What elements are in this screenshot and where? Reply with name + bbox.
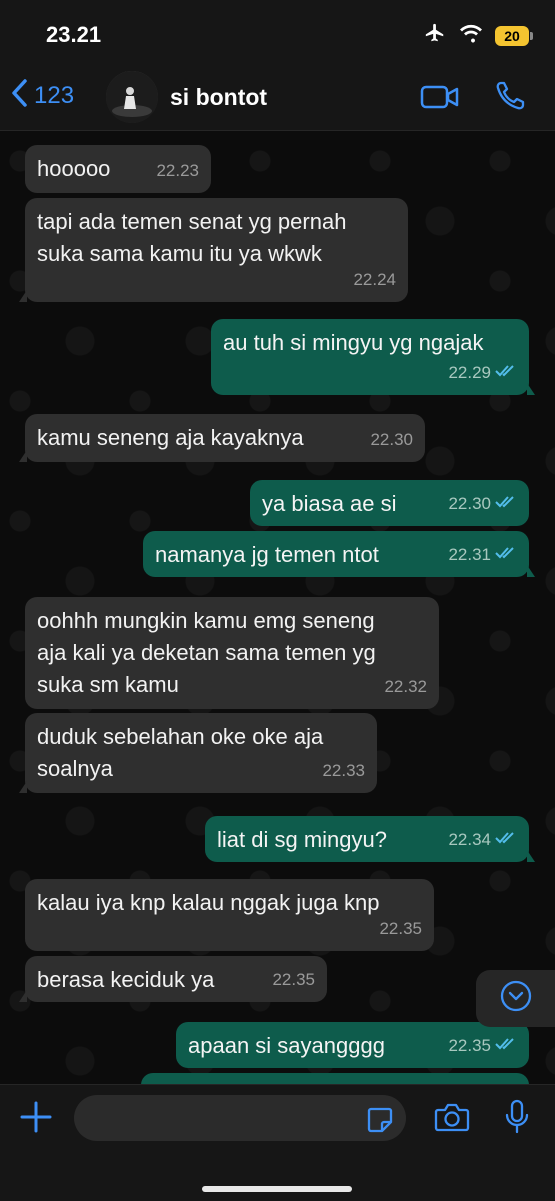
status-icons: 20 [423,22,533,49]
message-text: hooooo [37,156,111,181]
video-call-icon[interactable] [420,84,460,115]
wifi-icon [459,23,483,48]
message-text: apaan si sayangggg [188,1033,385,1058]
message-time: 22.34 [448,830,491,849]
message-text: kalau iya knp kalau nggak juga knp [37,890,380,915]
camera-icon[interactable] [434,1101,470,1138]
message-bubble[interactable]: ya biasa ae si 22.30 [250,480,529,526]
message-meta: 22.30 [370,424,413,456]
message-meta: 22.29 [448,357,517,389]
scroll-to-bottom-button[interactable] [476,970,555,1027]
message-bubble[interactable]: au tuh si mingyu yg ngajak 22.29 [211,319,535,395]
message-bubble[interactable]: apaan si sayangggg 22.35 [176,1022,529,1068]
composer-bar [0,1084,555,1201]
message-bubble[interactable]: kamu seneng aja kayaknya 22.30 [19,414,425,462]
back-button[interactable]: 123 [10,78,74,113]
message-bubble[interactable]: kalau iya knp kalau nggak juga knp 22.35 [25,879,434,951]
status-bar: 23.21 20 [0,0,555,64]
message-text: berasa keciduk ya [37,967,215,992]
airplane-icon [423,22,447,49]
message-time: 22.32 [384,677,427,696]
message-bubble[interactable]: oohhh mungkin kamu emg seneng aja kali y… [25,597,439,709]
avatar[interactable] [106,71,158,123]
message-text: au tuh si mingyu yg ngajak [223,330,484,355]
message-meta: 22.35 [272,964,315,996]
read-receipt-icon [495,1030,517,1062]
chat-area[interactable]: hooooo 22.23 tapi ada temen senat yg per… [0,131,555,1084]
message-time: 22.31 [448,545,491,564]
chat-header: 123 si bontot [0,64,555,131]
battery-icon: 20 [495,25,533,46]
chevron-left-icon [10,78,28,113]
home-indicator [202,1186,352,1192]
message-time: 22.35 [448,1036,491,1055]
message-meta: 22.35 [379,913,422,945]
message-text: namanya jg temen ntot [155,542,379,567]
message-time: 22.35 [379,919,422,938]
mic-icon[interactable] [504,1099,530,1140]
message-meta: 22.23 [156,155,199,187]
message-meta: 22.24 [353,264,396,296]
message-time: 22.29 [448,363,491,382]
message-text: tapi ada temen senat yg pernah suka sama… [37,209,347,266]
message-bubble[interactable]: berasa keciduk ya 22.35 [19,956,327,1002]
message-text: ya biasa ae si [262,491,397,516]
chevron-down-icon [499,979,533,1018]
read-receipt-icon [495,488,517,520]
message-text: oohhh mungkin kamu emg seneng aja kali y… [37,608,376,697]
message-meta: 22.34 [448,824,517,856]
plus-icon[interactable] [18,1099,54,1140]
read-receipt-icon [495,824,517,856]
message-time: 22.30 [370,430,413,449]
contact-name[interactable]: si bontot [170,84,267,111]
message-bubble[interactable]: namanya jg temen ntot 22.31 [143,531,535,577]
message-bubble[interactable]: tapi ada temen senat yg pernah suka sama… [19,198,408,302]
message-bubble[interactable]: duduk sebelahan oke oke aja soalnya 22.3… [19,713,377,793]
back-count: 123 [34,81,75,109]
message-text: duduk sebelahan oke oke aja soalnya [37,724,324,781]
message-time: 22.33 [322,761,365,780]
message-text: liat di sg mingyu? [217,827,387,852]
message-time: 22.24 [353,270,396,289]
message-time: 22.30 [448,494,491,513]
phone-icon[interactable] [494,80,526,117]
battery-level: 20 [495,25,529,46]
message-bubble[interactable]: hooooo 22.23 [25,145,211,193]
message-meta: 22.35 [448,1030,517,1062]
message-text: kamu seneng aja kayaknya [37,425,304,450]
message-bubble[interactable]: liat di sg mingyu? 22.34 [205,816,535,862]
message-meta: 22.32 [384,671,427,703]
status-time: 23.21 [46,22,102,47]
message-time: 22.23 [156,161,199,180]
sticker-icon[interactable] [366,1106,394,1139]
read-receipt-icon [495,539,517,571]
read-receipt-icon [495,357,517,389]
message-meta: 22.31 [448,539,517,571]
message-time: 22.35 [272,970,315,989]
message-input[interactable] [74,1095,406,1141]
message-meta: 22.30 [448,488,517,520]
message-bubble[interactable] [141,1073,529,1084]
message-meta: 22.33 [322,755,365,787]
